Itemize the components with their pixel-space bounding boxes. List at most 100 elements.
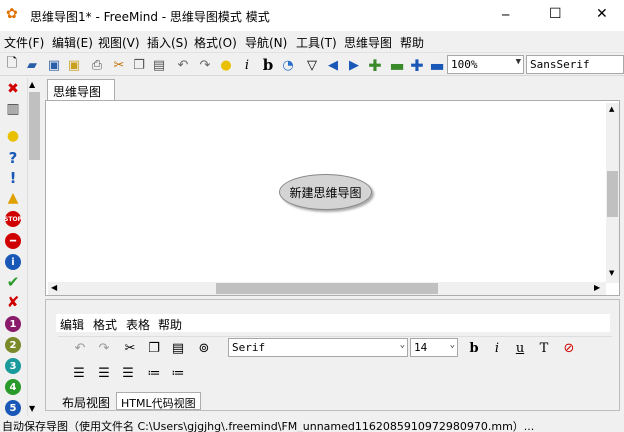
bulb-icon[interactable]: ● [5,128,21,144]
editor-italic-icon[interactable]: i [488,339,506,357]
question-icon[interactable]: ? [5,149,21,167]
chevron-up-icon[interactable]: ▲ [609,105,614,113]
editor-find-icon[interactable]: ⊚ [195,339,213,357]
redo-icon[interactable]: ↷ [196,56,214,74]
hscroll-thumb[interactable] [216,283,438,294]
vscroll-thumb[interactable] [607,171,618,217]
editor-redo-icon[interactable]: ↷ [95,339,113,357]
priority-2-icon[interactable]: 2 [5,337,21,353]
root-node[interactable]: 新建思维导图 [279,174,372,210]
editor-underline-icon[interactable]: u [511,339,529,357]
tab-html-view[interactable]: HTML代码视图 [116,392,201,410]
menu-mindmap[interactable]: 思维导图 [344,34,392,51]
warning-icon[interactable]: ▲ [5,190,21,206]
chevron-left-icon[interactable]: ◀ [51,283,57,292]
maximize-button[interactable]: ☐ [549,6,562,22]
menu-insert[interactable]: 插入(S) [147,34,188,51]
save-icon[interactable]: ▣ [45,56,63,74]
chevron-down-icon: ⌄ [399,340,405,350]
align-right-icon[interactable]: ☰ [119,364,137,382]
idea-bulb-icon[interactable]: ● [217,56,235,74]
menu-format[interactable]: 格式(O) [194,34,237,51]
bold-icon[interactable]: b [259,56,277,74]
editor-size-select[interactable]: 14 ⌄ [410,338,458,357]
editor-menu-table[interactable]: 表格 [126,316,150,333]
arrow-left-icon[interactable]: ◀ [324,56,342,74]
remove-node-icon[interactable]: ▬ [388,56,406,75]
chevron-down-icon[interactable]: ▼ [29,404,35,413]
tab-layout-view[interactable]: 布局视图 [58,392,115,410]
window-title: 思维导图1* - FreeMind - 思维导图模式 模式 [30,10,270,24]
editor-menu-format[interactable]: 格式 [93,316,117,333]
zoom-select[interactable]: 100% ▼ [447,55,524,74]
minimize-button[interactable]: ─ [502,8,509,22]
menu-tools[interactable]: 工具(T) [296,34,337,51]
zoom-out-icon[interactable]: ▬ [428,56,446,75]
save-as-icon[interactable]: ▣ [65,56,83,74]
title-bar: ✿ 思维导图1* - FreeMind - 思维导图模式 模式 ─ ☐ ✕ [0,0,624,31]
priority-5-icon[interactable]: 5 [5,400,21,416]
icon-palette-scrollbar[interactable]: ▲ ▼ [27,78,41,416]
editor-clear-format-icon[interactable]: ⊘ [560,339,578,357]
copy-icon[interactable]: ❐ [130,56,148,74]
align-left-icon[interactable]: ☰ [70,364,88,382]
priority-4-icon[interactable]: 4 [5,379,21,395]
editor-text-color-icon[interactable]: T [535,339,553,357]
menu-view[interactable]: 视图(V) [98,34,140,51]
menu-edit[interactable]: 编辑(E) [52,34,93,51]
freemind-logo-icon: ✿ [6,6,18,22]
cross-icon[interactable]: ✘ [5,293,21,311]
numbered-list-icon[interactable]: ≔ [169,364,187,382]
add-node-icon[interactable]: ✚ [366,56,384,75]
font-value: SansSerif [530,58,590,71]
italic-icon[interactable]: i [238,56,256,74]
font-select[interactable]: SansSerif [526,55,624,74]
menu-help[interactable]: 帮助 [400,34,424,51]
checkmark-icon[interactable]: ✔ [5,273,21,291]
bullet-list-icon[interactable]: ≔ [145,364,163,382]
root-node-label: 新建思维导图 [289,185,362,200]
menu-file[interactable]: 文件(F) [4,34,44,51]
arrow-right-icon[interactable]: ▶ [345,56,363,74]
cut-icon[interactable]: ✂ [110,56,128,74]
remove-icon-icon[interactable]: ✖ [5,81,21,97]
editor-undo-icon[interactable]: ↶ [71,339,89,357]
editor-copy-icon[interactable]: ❐ [145,339,163,357]
new-file-icon[interactable]: 🗋 [3,56,21,74]
editor-menu-edit[interactable]: 编辑 [60,316,84,333]
editor-font-select[interactable]: Serif ⌄ [228,338,408,357]
editor-menu-help[interactable]: 帮助 [158,316,182,333]
no-entry-icon[interactable]: ━ [5,233,21,249]
print-icon[interactable]: ⎙ [88,56,106,74]
status-text: 自动保存导图（使用文件名 C:\Users\gjgjhg\.freemind\F… [2,420,535,432]
note-bubble-icon[interactable]: ◔ [279,56,297,74]
chevron-down-icon[interactable]: ▼ [609,269,614,277]
priority-3-icon[interactable]: 3 [5,358,21,374]
editor-paste-icon[interactable]: ▤ [169,339,187,357]
editor-font-value: Serif [232,341,266,354]
zoom-in-icon[interactable]: ✚ [408,56,426,75]
chevron-down-icon: ⌄ [449,340,455,350]
editor-size-value: 14 [414,341,428,354]
undo-icon[interactable]: ↶ [174,56,192,74]
canvas-vscrollbar[interactable]: ▲ ▼ [606,103,619,283]
tab-mindmap1[interactable]: 思维导图1* [47,79,115,114]
priority-1-icon[interactable]: 1 [5,316,21,332]
align-center-icon[interactable]: ☰ [95,364,113,382]
editor-cut-icon[interactable]: ✂ [121,339,139,357]
editor-divider [58,336,612,337]
open-folder-icon[interactable]: ▰ [23,56,41,74]
scroll-thumb[interactable] [29,92,40,160]
stop-icon[interactable]: STOP [4,211,22,227]
canvas-hscrollbar[interactable]: ◀ ▶ [48,282,606,295]
menu-navigate[interactable]: 导航(N) [245,34,287,51]
chevron-up-icon[interactable]: ▲ [29,80,35,89]
info-icon[interactable]: i [5,254,21,270]
exclamation-icon[interactable]: ! [5,169,21,187]
paste-icon[interactable]: ▤ [150,56,168,74]
filter-icon[interactable]: ▽ [303,56,321,74]
editor-bold-icon[interactable]: b [465,339,483,357]
chevron-right-icon[interactable]: ▶ [594,283,600,292]
trash-icon[interactable]: ▥ [5,101,21,117]
close-button[interactable]: ✕ [596,6,608,22]
